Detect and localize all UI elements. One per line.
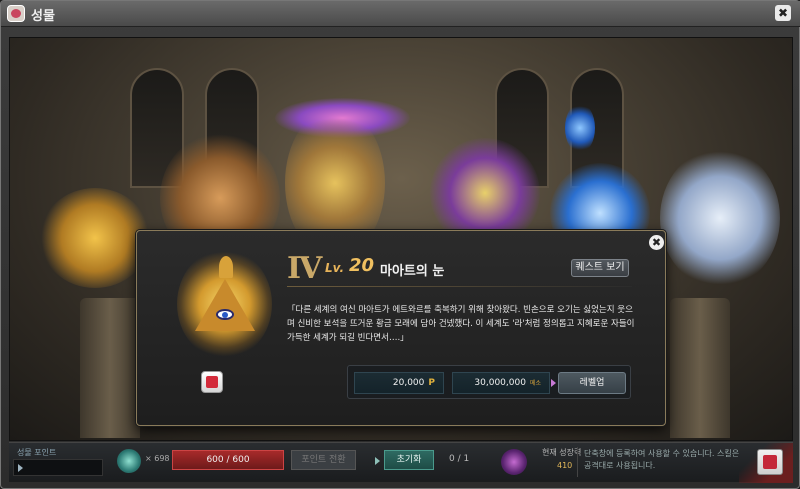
orb-icon xyxy=(117,449,141,473)
pyramid-top-ornament xyxy=(219,256,233,278)
arrow-right-icon xyxy=(551,379,556,387)
relic-blue-flame xyxy=(565,103,595,153)
relic-badge-icon[interactable] xyxy=(201,371,223,393)
points-field xyxy=(13,459,103,476)
points-label: 성물 포인트 xyxy=(17,448,57,457)
point-exchange-button[interactable]: 포인트 전환 xyxy=(291,450,356,470)
pedestal xyxy=(670,298,730,438)
arrow-right-icon xyxy=(375,457,380,465)
level-value: 20 xyxy=(349,255,375,276)
relic-window: 성물 ✖ ✖ IV Lv. 20 마아트의 눈 퀘스트 보기 「다른 세계의 여… xyxy=(0,0,800,489)
view-quest-button[interactable]: 퀘스트 보기 xyxy=(571,259,629,277)
panel-close-button[interactable]: ✖ xyxy=(649,235,664,250)
pyramid-icon xyxy=(195,279,255,331)
point-unit: P xyxy=(428,378,435,388)
levelup-button[interactable]: 레벨업 xyxy=(558,372,626,394)
meso-cost: 30,000,000 메소 xyxy=(452,372,550,394)
growth-icon xyxy=(501,449,527,475)
growth-value: 410 xyxy=(557,461,573,470)
pedestal xyxy=(80,298,140,438)
growth-label: 현재 성장력 xyxy=(542,448,582,457)
level-label: Lv. xyxy=(325,261,345,275)
levelup-cost-panel: 20,000 P 30,000,000 메소 레벨업 xyxy=(347,365,631,399)
relic-gauge: 600 / 600 xyxy=(172,450,284,470)
relic-tier: IV xyxy=(287,251,322,286)
divider xyxy=(577,447,578,477)
point-cost: 20,000 P xyxy=(354,372,444,394)
orb-count: × 698 xyxy=(145,454,170,463)
info-text: 단축창에 등록하여 사용할 수 있습니다. 스킬은 공격대로 사용됩니다. xyxy=(584,449,740,470)
divider xyxy=(287,286,632,287)
relic-detail-panel: ✖ IV Lv. 20 마아트의 눈 퀘스트 보기 「다른 세계의 여신 마아트… xyxy=(136,230,666,426)
window-title: 성물 xyxy=(31,9,55,24)
reset-button[interactable]: 초기화 xyxy=(384,450,434,470)
relic-description: 「다른 세계의 여신 마아트가 에트와르를 축복하기 위해 찾아왔다. 빈손으로… xyxy=(287,305,635,343)
reset-count: 0 / 1 xyxy=(449,454,470,464)
skill-item-icon[interactable] xyxy=(757,449,783,475)
status-bar: 성물 포인트 × 698 600 / 600 포인트 전환 초기화 0 / 1 … xyxy=(9,442,793,483)
title-bar[interactable]: 성물 ✖ xyxy=(1,1,800,27)
point-cost-value: 20,000 xyxy=(392,378,425,388)
relic-cloud-dragon[interactable] xyxy=(660,148,780,288)
meso-cost-value: 30,000,000 xyxy=(474,378,526,388)
eye-icon xyxy=(216,309,234,320)
relic-window-icon xyxy=(7,5,25,22)
relic-name: 마아트의 눈 xyxy=(380,264,445,279)
meso-unit: 메소 xyxy=(529,380,541,387)
window-close-button[interactable]: ✖ xyxy=(775,5,791,21)
relic-golden-pyramid[interactable] xyxy=(40,188,150,288)
